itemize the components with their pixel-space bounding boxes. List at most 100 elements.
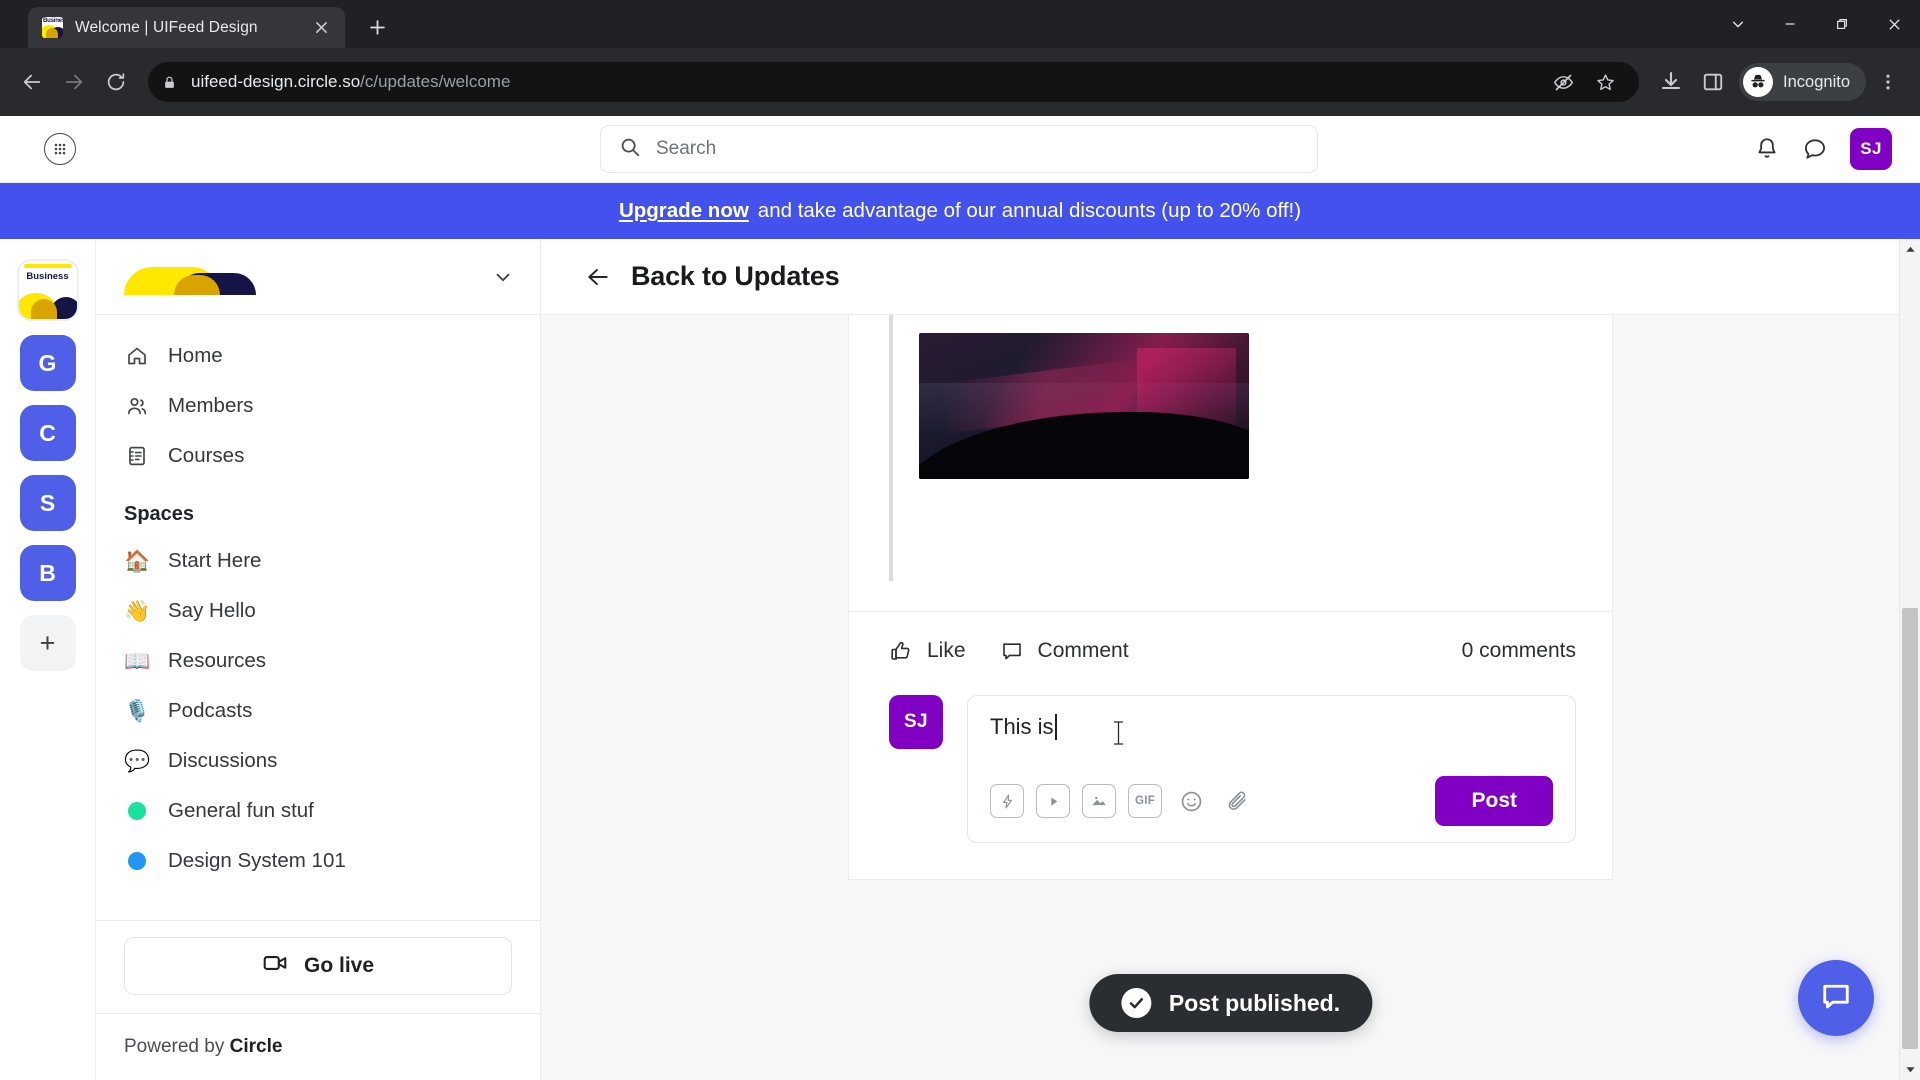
chat-bubble-icon[interactable] [1802,136,1828,162]
address-bar[interactable]: uifeed-design.circle.so/c/updates/welcom… [148,62,1640,102]
close-tab-icon[interactable] [307,14,335,42]
downloads-icon[interactable] [1651,62,1691,102]
main-header: Back to Updates [541,239,1920,315]
toast-notification: Post published. [1088,974,1373,1032]
rail-item-s[interactable]: S [19,475,76,531]
rail-item-business[interactable]: Business [16,259,79,321]
search-input[interactable]: Search [600,125,1318,173]
attachment-icon[interactable] [1220,784,1254,818]
reload-button[interactable] [96,62,136,102]
new-tab-button[interactable] [359,9,395,45]
lock-icon [162,75,177,90]
post-card: Like Comment 0 comments SJ This is GIF P… [848,315,1613,880]
scrollbar-track[interactable] [1900,260,1920,1059]
space-label: Start Here [168,549,262,572]
header-actions: SJ [1754,128,1898,170]
sidebar-item-podcasts[interactable]: 🎙️ Podcasts [96,686,540,736]
blue-dot-icon [124,852,150,870]
page-viewport: Search SJ Upgrade now and take advantage… [0,116,1920,1080]
tab-title: Welcome | UIFeed Design [75,18,258,36]
like-button[interactable]: Like [889,639,966,663]
arrow-left-icon[interactable] [585,264,611,290]
incognito-profile-button[interactable]: Incognito [1739,63,1866,101]
space-label: Resources [168,649,266,672]
sidebar-item-general-fun-stuf[interactable]: General fun stuf [96,786,540,836]
sidebar-item-courses[interactable]: Courses [96,431,540,481]
chevron-down-icon[interactable] [492,266,514,288]
sidebar-footer: Powered by Circle [96,1013,540,1080]
go-live-section: Go live [96,920,540,1013]
browser-tab[interactable]: Business Welcome | UIFeed Design [28,7,345,48]
image-icon[interactable] [1082,784,1116,818]
user-avatar[interactable]: SJ [1850,128,1892,170]
sidebar: Home Members Courses Spaces 🏠 Start Here… [96,239,541,1080]
browser-window: Business Welcome | UIFeed Design [0,0,1920,1080]
sidebar-item-discussions[interactable]: 💬 Discussions [96,736,540,786]
lightning-icon[interactable] [990,784,1024,818]
bell-icon[interactable] [1754,136,1780,162]
sidebar-item-design-system-101[interactable]: Design System 101 [96,836,540,886]
gif-label: GIF [1134,795,1156,807]
comment-composer[interactable]: This is GIF Post [967,695,1576,843]
comment-composer-row: SJ This is GIF Post [849,689,1612,879]
house-emoji-icon: 🏠 [124,548,151,573]
video-play-icon[interactable] [1036,784,1070,818]
page-scrollbar[interactable] [1899,239,1920,1080]
post-image[interactable] [919,333,1249,479]
add-community-button[interactable]: + [19,615,76,671]
scrollbar-thumb[interactable] [1902,608,1918,1049]
support-chat-fab[interactable] [1798,960,1874,1036]
bookmark-star-icon[interactable] [1585,62,1625,102]
window-controls [1712,0,1920,48]
forward-button[interactable] [54,62,94,102]
go-live-button[interactable]: Go live [124,937,512,995]
post-actions: Like Comment 0 comments [849,611,1612,689]
post-comment-button[interactable]: Post [1435,776,1553,826]
comments-count: 0 comments [1461,638,1576,662]
upgrade-now-link[interactable]: Upgrade now [619,199,749,223]
rail-item-c[interactable]: C [19,405,76,461]
post-body [849,315,1612,611]
tab-search-icon[interactable] [1712,0,1764,48]
close-window-button[interactable] [1868,0,1920,48]
emoji-icon[interactable] [1174,784,1208,818]
powered-by-text: Powered by [124,1036,230,1057]
three-dot-menu-icon[interactable] [1868,62,1908,102]
scroll-up-arrow[interactable] [1900,239,1920,260]
gif-icon[interactable]: GIF [1128,784,1162,818]
microphone-emoji-icon: 🎙️ [124,698,151,723]
composer-bottom: GIF Post [990,776,1553,826]
brand-logo [124,259,256,295]
upgrade-banner: Upgrade now and take advantage of our an… [0,183,1920,239]
sidebar-item-members[interactable]: Members [96,381,540,431]
chat-bubble-icon [1818,978,1854,1019]
rail-item-g[interactable]: G [19,335,76,391]
sidebar-item-start-here[interactable]: 🏠 Start Here [96,536,540,586]
go-live-label: Go live [303,954,375,977]
side-panel-icon[interactable] [1693,62,1733,102]
comment-button[interactable]: Comment [1000,639,1129,663]
sidebar-item-resources[interactable]: 📖 Resources [96,636,540,686]
comment-input[interactable]: This is [990,714,1054,740]
scroll-down-arrow[interactable] [1900,1059,1920,1080]
comment-bubble-icon [1000,639,1024,663]
page-body: Business G C S B + Home Members Courses … [0,239,1920,1080]
minimize-button[interactable] [1764,0,1816,48]
comment-input-row: This is [990,714,1553,760]
back-button[interactable] [12,62,52,102]
toast-message: Post published. [1168,989,1341,1016]
address-bar-text: uifeed-design.circle.so/c/updates/welcom… [191,72,510,92]
apps-grid-icon[interactable] [44,133,76,165]
eye-slash-icon[interactable] [1543,62,1583,102]
courses-icon [124,444,150,468]
text-caret [1054,714,1057,740]
page-title[interactable]: Back to Updates [631,261,840,292]
maximize-restore-button[interactable] [1816,0,1868,48]
rail-item-b[interactable]: B [19,545,76,601]
space-label: Discussions [168,749,278,772]
incognito-avatar-icon [1743,67,1774,97]
sidebar-brand[interactable] [96,239,540,315]
sidebar-item-say-hello[interactable]: 👋 Say Hello [96,586,540,636]
banner-text: and take advantage of our annual discoun… [757,199,1302,222]
sidebar-item-home[interactable]: Home [96,331,540,381]
